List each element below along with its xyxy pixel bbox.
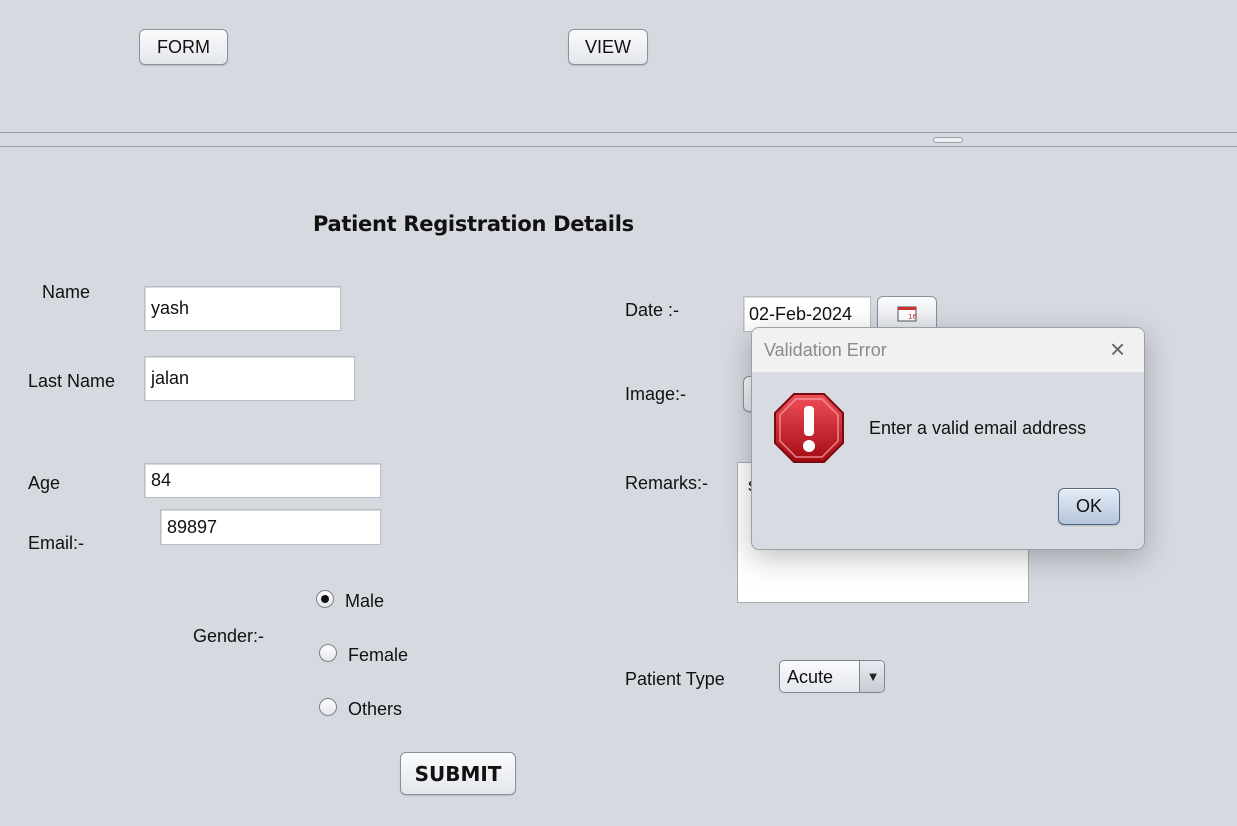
last-name-label: Last Name — [28, 371, 116, 391]
error-icon — [774, 393, 844, 463]
dialog-message: Enter a valid email address — [869, 418, 1087, 438]
form-button[interactable]: FORM — [139, 29, 228, 65]
gender-label: Gender:- — [193, 626, 265, 646]
name-field[interactable]: yash — [144, 286, 341, 331]
last-name-field[interactable]: jalan — [144, 356, 355, 401]
dropdown-arrow-button[interactable]: ▼ — [859, 661, 884, 692]
remarks-label: Remarks:- — [625, 473, 709, 493]
view-button[interactable]: VIEW — [568, 29, 648, 65]
dialog-title-bar: Validation Error × — [752, 328, 1144, 373]
age-field-value: 84 — [151, 470, 172, 490]
calendar-icon: 16 — [897, 306, 917, 322]
view-button-label: VIEW — [584, 36, 631, 57]
radio-button[interactable] — [319, 698, 337, 716]
close-icon[interactable]: × — [1110, 336, 1125, 362]
email-label: Email:- — [28, 533, 85, 553]
radio-button[interactable] — [319, 644, 337, 662]
email-field-value: 89897 — [167, 516, 218, 537]
submit-button[interactable]: SUBMIT — [400, 752, 516, 795]
date-label: Date :- — [625, 300, 680, 320]
age-label: Age — [28, 473, 61, 493]
ok-button[interactable]: OK — [1058, 488, 1120, 525]
patient-type-value: Acute — [787, 667, 834, 687]
name-label: Name — [42, 282, 91, 302]
name-field-value: yash — [151, 298, 190, 318]
svg-text:16: 16 — [908, 313, 917, 321]
patient-type-select[interactable]: Acute ▼ — [779, 660, 885, 693]
age-field[interactable]: 84 — [144, 463, 381, 498]
chevron-down-icon: ▼ — [866, 669, 880, 684]
split-pane-handle[interactable] — [933, 137, 963, 143]
radio-button-selected[interactable] — [316, 590, 334, 608]
gender-option-label: Male — [345, 591, 385, 611]
submit-button-label: SUBMIT — [414, 761, 502, 786]
image-label: Image:- — [625, 384, 687, 404]
split-pane-bottom-border — [0, 146, 1237, 147]
email-field[interactable]: 89897 — [160, 509, 381, 545]
validation-error-dialog: Validation Error × Enter a valid email a… — [751, 327, 1145, 550]
form-button-label: FORM — [157, 36, 210, 57]
gender-option-label: Others — [348, 699, 403, 719]
ok-button-label: OK — [1075, 496, 1102, 516]
dialog-title: Validation Error — [764, 340, 887, 360]
last-name-field-value: jalan — [151, 368, 190, 388]
date-field-value: 02-Feb-2024 — [749, 303, 853, 324]
patient-type-label: Patient Type — [625, 669, 725, 689]
split-pane-top-border — [0, 132, 1237, 133]
gender-option-label: Female — [348, 645, 409, 665]
page-title: Patient Registration Details — [313, 212, 634, 236]
